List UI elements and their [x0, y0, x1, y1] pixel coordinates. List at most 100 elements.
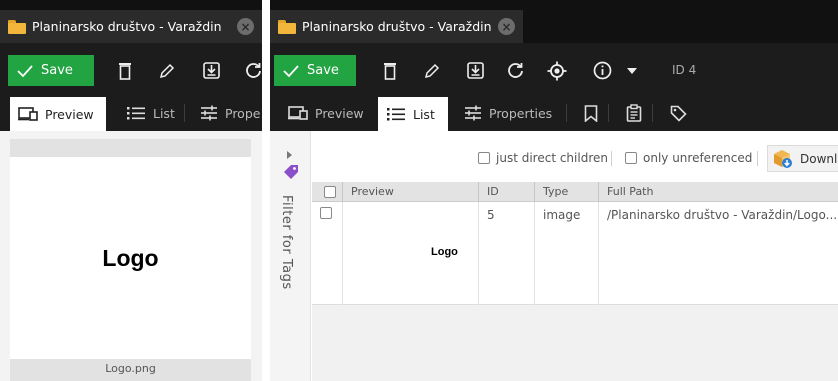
- list-icon: [387, 108, 405, 121]
- only-unreferenced-option[interactable]: only unreferenced: [625, 151, 752, 165]
- tab-divider: [608, 104, 609, 122]
- save-button[interactable]: Save: [274, 55, 356, 86]
- tab-divider: [184, 104, 185, 122]
- preview-cell[interactable]: Logo: [343, 202, 478, 305]
- preview-filename: Logo.png: [105, 362, 156, 375]
- title-bar: Planinarsko društvo - Varaždin ×: [270, 0, 838, 43]
- tab-preview[interactable]: Preview: [280, 95, 372, 131]
- select-all-column[interactable]: [316, 182, 340, 202]
- tab-label: List: [153, 105, 175, 121]
- checkmark-icon: [17, 64, 33, 77]
- delete-button[interactable]: [373, 55, 407, 86]
- expand-arrow-icon[interactable]: [287, 151, 292, 159]
- clipboard-icon: [626, 104, 642, 122]
- table-row[interactable]: Logo 5 image /Planinarsko društvo - Vara…: [312, 202, 838, 305]
- grid-header: Preview ID Type Full Path: [312, 182, 838, 202]
- left-editor-panel: Planinarsko društvo - Varaždin × Save Pr…: [0, 0, 262, 381]
- pencil-icon: [159, 63, 175, 78]
- reload-button[interactable]: [498, 55, 532, 86]
- close-tab-icon[interactable]: ×: [237, 18, 254, 35]
- pencil-icon: [424, 63, 440, 78]
- save-label: Save: [41, 63, 73, 78]
- tab-label: Properties: [489, 105, 553, 121]
- document-tab[interactable]: Planinarsko društvo - Varaždin ×: [0, 10, 262, 43]
- option-label: just direct children: [496, 151, 608, 165]
- tab-divider: [566, 104, 567, 122]
- toolbar: Save ID 4: [270, 43, 838, 95]
- download-button[interactable]: Downlo: [767, 145, 838, 172]
- folder-icon: [8, 19, 26, 34]
- only-unreferenced-checkbox[interactable]: [625, 152, 637, 164]
- tab-preview[interactable]: Preview: [10, 97, 106, 131]
- close-tab-icon[interactable]: ×: [498, 18, 515, 35]
- tab-properties[interactable]: Properties: [456, 95, 560, 131]
- just-direct-children-option[interactable]: just direct children: [478, 151, 608, 165]
- filter-for-tags-label: Filter for Tags: [279, 195, 294, 290]
- locate-icon: [547, 61, 567, 80]
- tab-bar: Preview List Prope: [0, 95, 262, 131]
- upload-button[interactable]: [194, 55, 228, 86]
- tab-divider: [652, 104, 653, 122]
- column-header-id[interactable]: ID: [479, 182, 499, 202]
- tab-bar: Preview List Properties: [270, 95, 838, 131]
- tag-icon: [670, 105, 687, 122]
- document-tab[interactable]: Planinarsko društvo - Varaždin ×: [270, 10, 523, 43]
- right-editor-panel: Planinarsko društvo - Varaždin × Save ID…: [270, 0, 838, 381]
- column-header-type[interactable]: Type: [535, 182, 568, 202]
- tab-label: Prope: [225, 105, 261, 121]
- trash-icon: [119, 62, 131, 80]
- download-label: Downlo: [800, 151, 838, 166]
- delete-button[interactable]: [108, 55, 142, 86]
- reload-button[interactable]: [236, 55, 262, 86]
- preview-icon: [18, 107, 38, 121]
- reload-icon: [507, 63, 523, 78]
- download-package-icon: [774, 149, 792, 168]
- tab-tags[interactable]: [662, 95, 702, 131]
- row-select-cell[interactable]: [312, 202, 342, 305]
- tab-title: Planinarsko društvo - Varaždin: [302, 19, 492, 34]
- option-label: only unreferenced: [643, 151, 753, 165]
- list-icon: [127, 107, 145, 120]
- save-button[interactable]: Save: [8, 55, 94, 86]
- tab-label: Preview: [315, 105, 364, 121]
- select-all-checkbox[interactable]: [324, 186, 336, 198]
- tag-icon: [284, 165, 298, 179]
- download-box-icon: [202, 62, 220, 79]
- tab-list[interactable]: List: [118, 95, 183, 131]
- column-header-full-path[interactable]: Full Path: [599, 182, 653, 202]
- just-direct-children-checkbox[interactable]: [478, 152, 490, 164]
- image-preview[interactable]: Logo: [10, 157, 251, 359]
- panel-divider: [262, 0, 270, 381]
- properties-icon: [201, 105, 217, 121]
- tag-filter-panel[interactable]: Filter for Tags: [270, 131, 311, 381]
- rename-button[interactable]: [415, 55, 449, 86]
- toolbar: Save: [0, 43, 262, 95]
- image-preview-area: Logo Logo.png: [10, 139, 251, 381]
- more-dropdown-button[interactable]: [620, 55, 644, 86]
- bookmark-icon: [584, 104, 598, 122]
- download-box-icon: [466, 62, 484, 79]
- tab-title: Planinarsko društvo - Varaždin: [32, 19, 222, 34]
- preview-icon: [288, 106, 308, 120]
- tab-properties[interactable]: Prope: [192, 95, 262, 131]
- full-path-cell: /Planinarsko društvo - Varaždin/Logo....: [607, 208, 838, 222]
- rename-button[interactable]: [150, 55, 184, 86]
- row-checkbox[interactable]: [320, 207, 332, 219]
- checkmark-icon: [283, 64, 299, 77]
- upload-button[interactable]: [458, 55, 492, 86]
- show-in-tree-button[interactable]: [540, 55, 574, 86]
- tab-label: Preview: [45, 106, 94, 122]
- element-id-label: ID 4: [672, 63, 697, 77]
- tab-list[interactable]: List: [378, 97, 448, 131]
- preview-thumbnail-text: Logo: [431, 246, 458, 258]
- id-cell: 5: [487, 208, 495, 222]
- option-divider: [757, 151, 758, 166]
- column-header-preview[interactable]: Preview: [343, 182, 394, 202]
- type-cell: image: [543, 208, 581, 222]
- trash-icon: [384, 62, 396, 80]
- assets-grid: Preview ID Type Full Path Logo 5 image /…: [312, 182, 838, 381]
- tab-label: List: [413, 106, 435, 122]
- info-button[interactable]: [585, 55, 619, 86]
- caret-down-icon: [627, 67, 637, 74]
- folder-icon: [278, 19, 296, 34]
